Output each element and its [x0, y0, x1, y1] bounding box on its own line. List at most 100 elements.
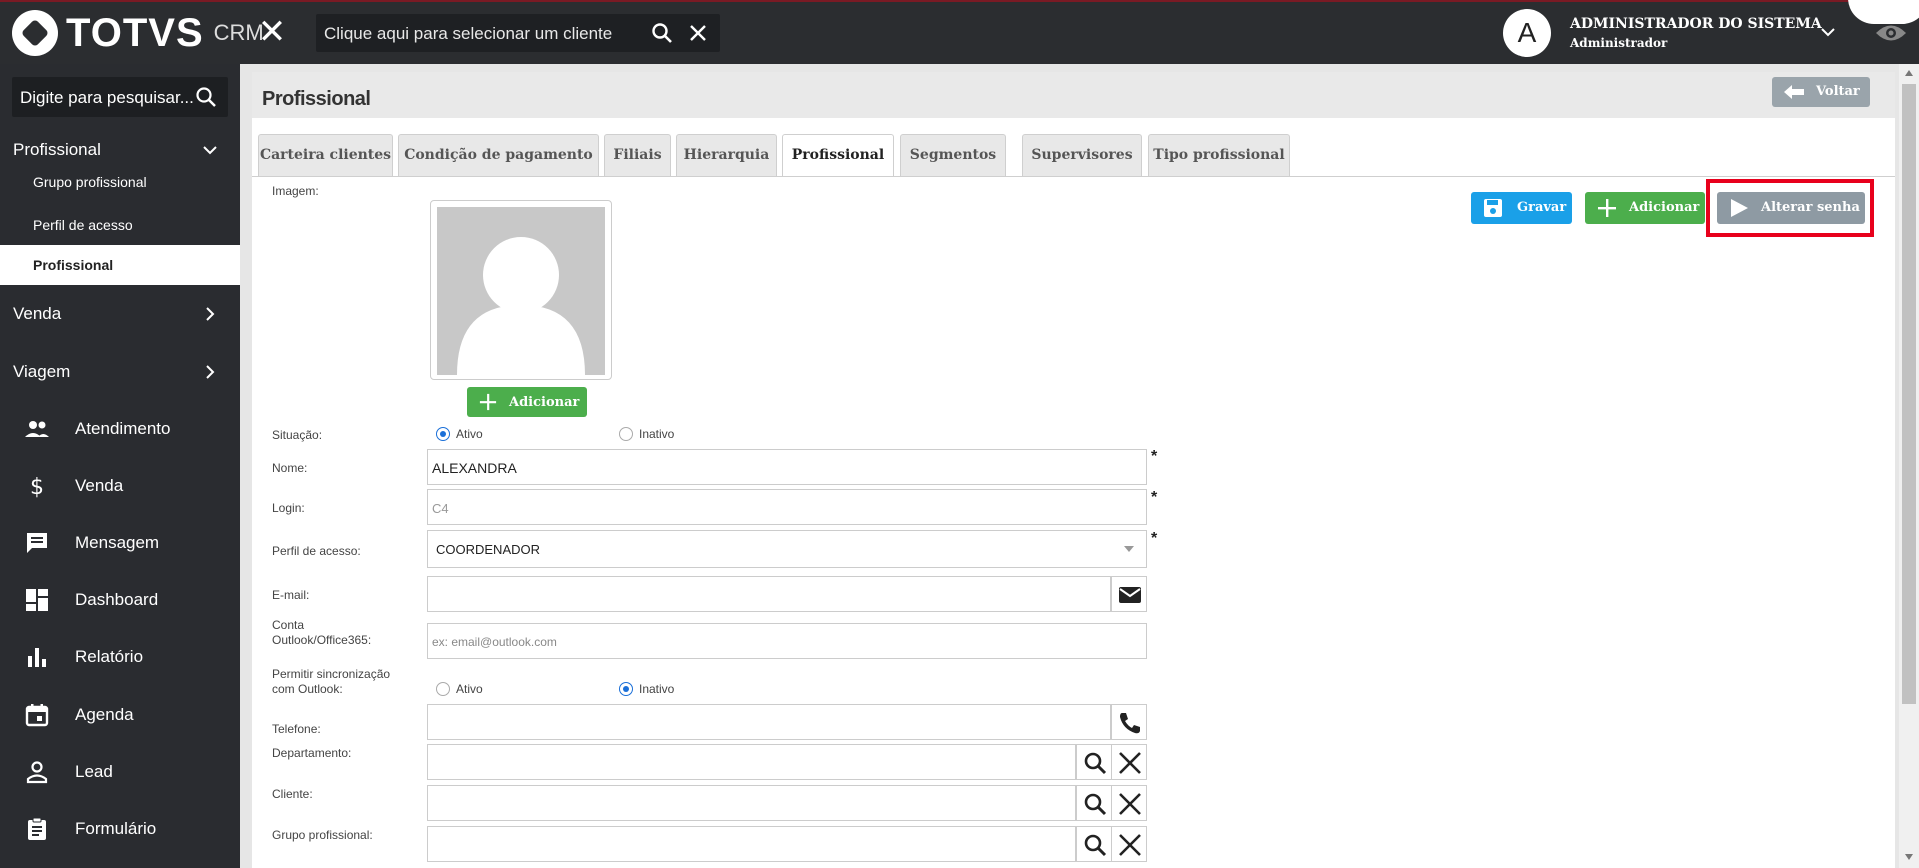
- status-label: Situação:: [272, 428, 323, 442]
- radio-label: Inativo: [639, 682, 675, 696]
- client-selector[interactable]: Clique aqui para selecionar um cliente: [316, 14, 720, 52]
- radio-label: Ativo: [456, 427, 483, 441]
- scrollbar-thumb[interactable]: [1902, 84, 1916, 704]
- name-value: ALEXANDRA: [432, 460, 517, 476]
- add-image-button[interactable]: Adicionar: [467, 387, 587, 417]
- sidebar-subitem-grupo-profissional[interactable]: Grupo profissional: [0, 172, 240, 200]
- sidebar-search-placeholder: Digite para pesquisar...: [20, 88, 194, 107]
- sidebar: Digite para pesquisar... Profissional Gr…: [0, 64, 240, 868]
- sidebar-subitem-profissional[interactable]: Profissional: [0, 245, 240, 285]
- radio-label: Ativo: [456, 682, 483, 696]
- sidebar-group-venda[interactable]: Venda: [0, 286, 240, 342]
- sidebar-subitem-perfil-de-acesso[interactable]: Perfil de acesso: [0, 205, 240, 245]
- client-clear-button[interactable]: [1111, 785, 1147, 821]
- group-clear-button[interactable]: [1111, 826, 1147, 862]
- department-input[interactable]: [427, 744, 1076, 780]
- sidebar-subitem-label: Grupo profissional: [33, 174, 147, 190]
- sidebar-item-lead[interactable]: Lead: [0, 743, 240, 800]
- scroll-down-arrow-icon[interactable]: [1905, 854, 1913, 860]
- outlook-input[interactable]: ex: email@outlook.com: [427, 623, 1147, 659]
- caret-down-icon: [1124, 546, 1134, 552]
- sidebar-group-profissional[interactable]: Profissional: [0, 122, 240, 178]
- tab-carteira-clientes[interactable]: Carteira clientes: [258, 134, 393, 176]
- sidebar-search-input[interactable]: Digite para pesquisar...: [12, 77, 228, 117]
- tab-tipo-profissional[interactable]: Tipo profissional: [1148, 134, 1290, 176]
- sidebar-group-label: Venda: [13, 304, 62, 323]
- tab-profissional[interactable]: Profissional: [782, 134, 894, 177]
- department-search-button[interactable]: [1076, 744, 1112, 780]
- add-button[interactable]: Adicionar: [1585, 192, 1705, 224]
- phone-label: Telefone:: [272, 722, 321, 736]
- add-button-label: Adicionar: [1629, 200, 1700, 215]
- sidebar-item-relatorio[interactable]: Relatório: [0, 628, 240, 685]
- chat-icon[interactable]: [1848, 0, 1919, 24]
- outlook-label-line2: Outlook/Office365:: [272, 633, 372, 647]
- profile-value: COORDENADOR: [436, 542, 541, 557]
- sync-label-line1: Permitir sincronização: [272, 667, 391, 681]
- sidebar-item-dashboard[interactable]: Dashboard: [0, 571, 240, 628]
- sidebar-item-label: Agenda: [75, 705, 134, 724]
- user-avatar[interactable]: A: [1503, 9, 1551, 57]
- radio-circle: [619, 427, 633, 441]
- client-input[interactable]: [427, 785, 1076, 821]
- outlook-placeholder: ex: email@outlook.com: [432, 635, 557, 649]
- tab-segmentos[interactable]: Segmentos: [900, 134, 1006, 176]
- outlook-label: Conta Outlook/Office365:: [272, 618, 371, 648]
- client-label: Cliente:: [272, 787, 313, 801]
- profile-select[interactable]: COORDENADOR: [427, 530, 1147, 568]
- dashboard-icon: [26, 589, 48, 611]
- required-mark: *: [1151, 530, 1158, 547]
- sidebar-item-venda[interactable]: $ Venda: [0, 457, 240, 514]
- close-menu-icon[interactable]: ✕: [256, 15, 288, 49]
- add-image-button-label: Adicionar: [509, 395, 580, 410]
- department-clear-button[interactable]: [1111, 744, 1147, 780]
- sidebar-item-atendimento[interactable]: Atendimento: [0, 400, 240, 457]
- scroll-up-arrow-icon[interactable]: [1905, 70, 1913, 76]
- people-icon: [25, 421, 49, 437]
- logo[interactable]: TOTVS CRM: [12, 10, 264, 56]
- sidebar-group-viagem[interactable]: Viagem: [0, 344, 240, 400]
- phone-input[interactable]: [427, 704, 1111, 740]
- email-button[interactable]: [1111, 576, 1147, 612]
- chevron-right-icon: [206, 307, 215, 321]
- message-icon: [27, 533, 47, 553]
- envelope-icon: [1119, 587, 1141, 603]
- bar-chart-icon: [28, 648, 46, 667]
- calendar-icon: [25, 704, 49, 727]
- group-search-button[interactable]: [1076, 826, 1112, 862]
- tab-hierarquia[interactable]: Hierarquia: [676, 134, 777, 176]
- email-label: E-mail:: [272, 588, 310, 602]
- tab-filiais[interactable]: Filiais: [604, 134, 671, 176]
- tab-supervisores[interactable]: Supervisores: [1022, 134, 1142, 176]
- search-icon[interactable]: [650, 21, 674, 45]
- user-name[interactable]: ADMINISTRADOR DO SISTEMA: [1570, 16, 1822, 32]
- top-accent-line: [0, 0, 1919, 2]
- name-input[interactable]: ALEXANDRA: [427, 449, 1147, 485]
- department-label: Departamento:: [272, 746, 352, 760]
- client-search-button[interactable]: [1076, 785, 1112, 821]
- sidebar-group-label: Viagem: [13, 362, 71, 381]
- email-input[interactable]: [427, 576, 1111, 612]
- radio-circle: [619, 682, 633, 696]
- dollar-icon: $: [30, 475, 44, 499]
- tab-condicao-de-pagamento[interactable]: Condição de pagamento: [398, 134, 599, 176]
- page-scrollbar[interactable]: [1899, 64, 1919, 868]
- clear-icon[interactable]: [686, 21, 710, 45]
- back-button[interactable]: Voltar: [1772, 77, 1870, 107]
- group-input[interactable]: [427, 826, 1076, 862]
- plus-icon: [1598, 199, 1616, 217]
- sidebar-item-label: Venda: [75, 476, 124, 495]
- phone-button[interactable]: [1111, 704, 1147, 740]
- sidebar-item-formulario[interactable]: Formulário: [0, 800, 240, 857]
- radio-label: Inativo: [639, 427, 675, 441]
- search-icon[interactable]: [194, 85, 218, 109]
- sidebar-item-agenda[interactable]: Agenda: [0, 686, 240, 743]
- sidebar-item-mensagem[interactable]: Mensagem: [0, 514, 240, 571]
- chevron-right-icon: [206, 365, 215, 379]
- save-button[interactable]: Gravar: [1471, 192, 1572, 224]
- name-label: Nome:: [272, 461, 308, 475]
- clear-icon: [1119, 793, 1141, 815]
- login-input[interactable]: C4: [427, 489, 1147, 525]
- chevron-down-icon[interactable]: [1818, 22, 1838, 42]
- logo-text: TOTVS: [66, 11, 204, 55]
